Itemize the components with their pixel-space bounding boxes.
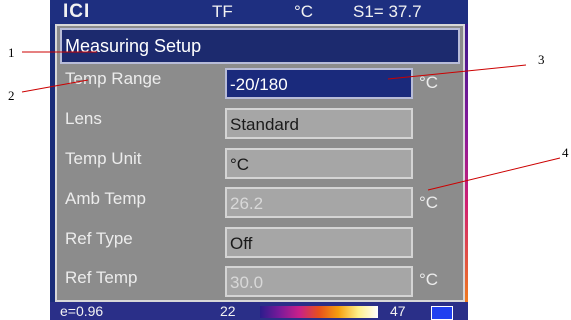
callout-3: 3 xyxy=(538,52,545,67)
callout-line-3 xyxy=(387,64,527,80)
callout-2: 2 xyxy=(8,88,15,103)
callout-lines xyxy=(21,51,561,191)
callout-4: 4 xyxy=(562,145,569,160)
callout-1: 1 xyxy=(8,45,15,60)
callout-line-2 xyxy=(21,79,89,93)
callout-line-4 xyxy=(427,157,561,191)
